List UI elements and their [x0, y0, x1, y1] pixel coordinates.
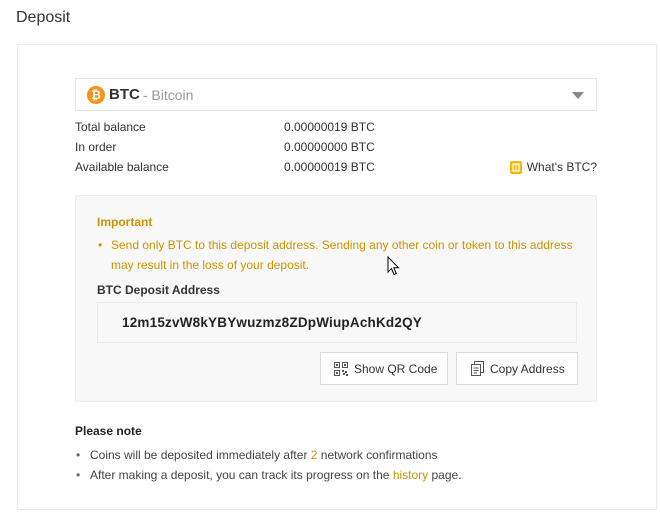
balance-row-in-order: In order 0.00000000 BTC	[75, 140, 597, 156]
balance-label: In order	[75, 140, 117, 154]
whats-coin-label[interactable]: What's BTC?	[527, 160, 597, 174]
coin-symbol: BTC	[109, 86, 140, 103]
balance-value: 0.00000000 BTC	[284, 140, 375, 154]
balance-label: Total balance	[75, 120, 146, 134]
important-title: Important	[97, 215, 153, 229]
book-icon	[509, 160, 522, 174]
deposit-address-value[interactable]: 12m15zvW8kYBYwuzmz8ZDpWiupAchKd2QY	[122, 315, 422, 330]
deposit-notice-panel: Important • Send only BTC to this deposi…	[75, 195, 597, 402]
bitcoin-icon: ₿	[87, 85, 105, 104]
chevron-down-icon[interactable]	[572, 92, 584, 99]
important-message: • Send only BTC to this deposit address.…	[97, 235, 587, 275]
balance-value: 0.00000019 BTC	[284, 160, 375, 174]
deposit-address-label: BTC Deposit Address	[97, 283, 220, 297]
coin-select-dropdown[interactable]: ₿ BTC - Bitcoin	[75, 78, 597, 111]
copy-address-button[interactable]: Copy Address	[456, 352, 578, 385]
coin-name: - Bitcoin	[142, 86, 194, 103]
show-qr-code-button[interactable]: Show QR Code	[320, 352, 448, 385]
whats-coin-link[interactable]: What's BTC?	[509, 160, 597, 174]
copy-address-label: Copy Address	[490, 361, 565, 376]
page-title: Deposit	[16, 9, 71, 26]
copy-icon	[471, 361, 484, 376]
qr-code-icon	[334, 361, 348, 376]
note-item-history: • After making a deposit, you can track …	[76, 468, 462, 482]
balance-row-available: Available balance 0.00000019 BTC What's …	[75, 160, 597, 176]
bullet-icon: •	[98, 238, 103, 252]
show-qr-code-label: Show QR Code	[354, 361, 438, 376]
history-link[interactable]: history	[393, 468, 428, 482]
note-item-confirmations: • Coins will be deposited immediately af…	[76, 448, 438, 462]
bullet-icon: •	[76, 468, 81, 482]
balance-row-total: Total balance 0.00000019 BTC	[75, 120, 597, 136]
deposit-address-field[interactable]: 12m15zvW8kYBYwuzmz8ZDpWiupAchKd2QY	[97, 302, 577, 343]
bullet-icon: •	[76, 448, 81, 462]
please-note-title: Please note	[75, 424, 142, 438]
mouse-cursor-icon	[387, 256, 400, 276]
balance-label: Available balance	[75, 160, 169, 174]
balance-value: 0.00000019 BTC	[284, 120, 375, 134]
